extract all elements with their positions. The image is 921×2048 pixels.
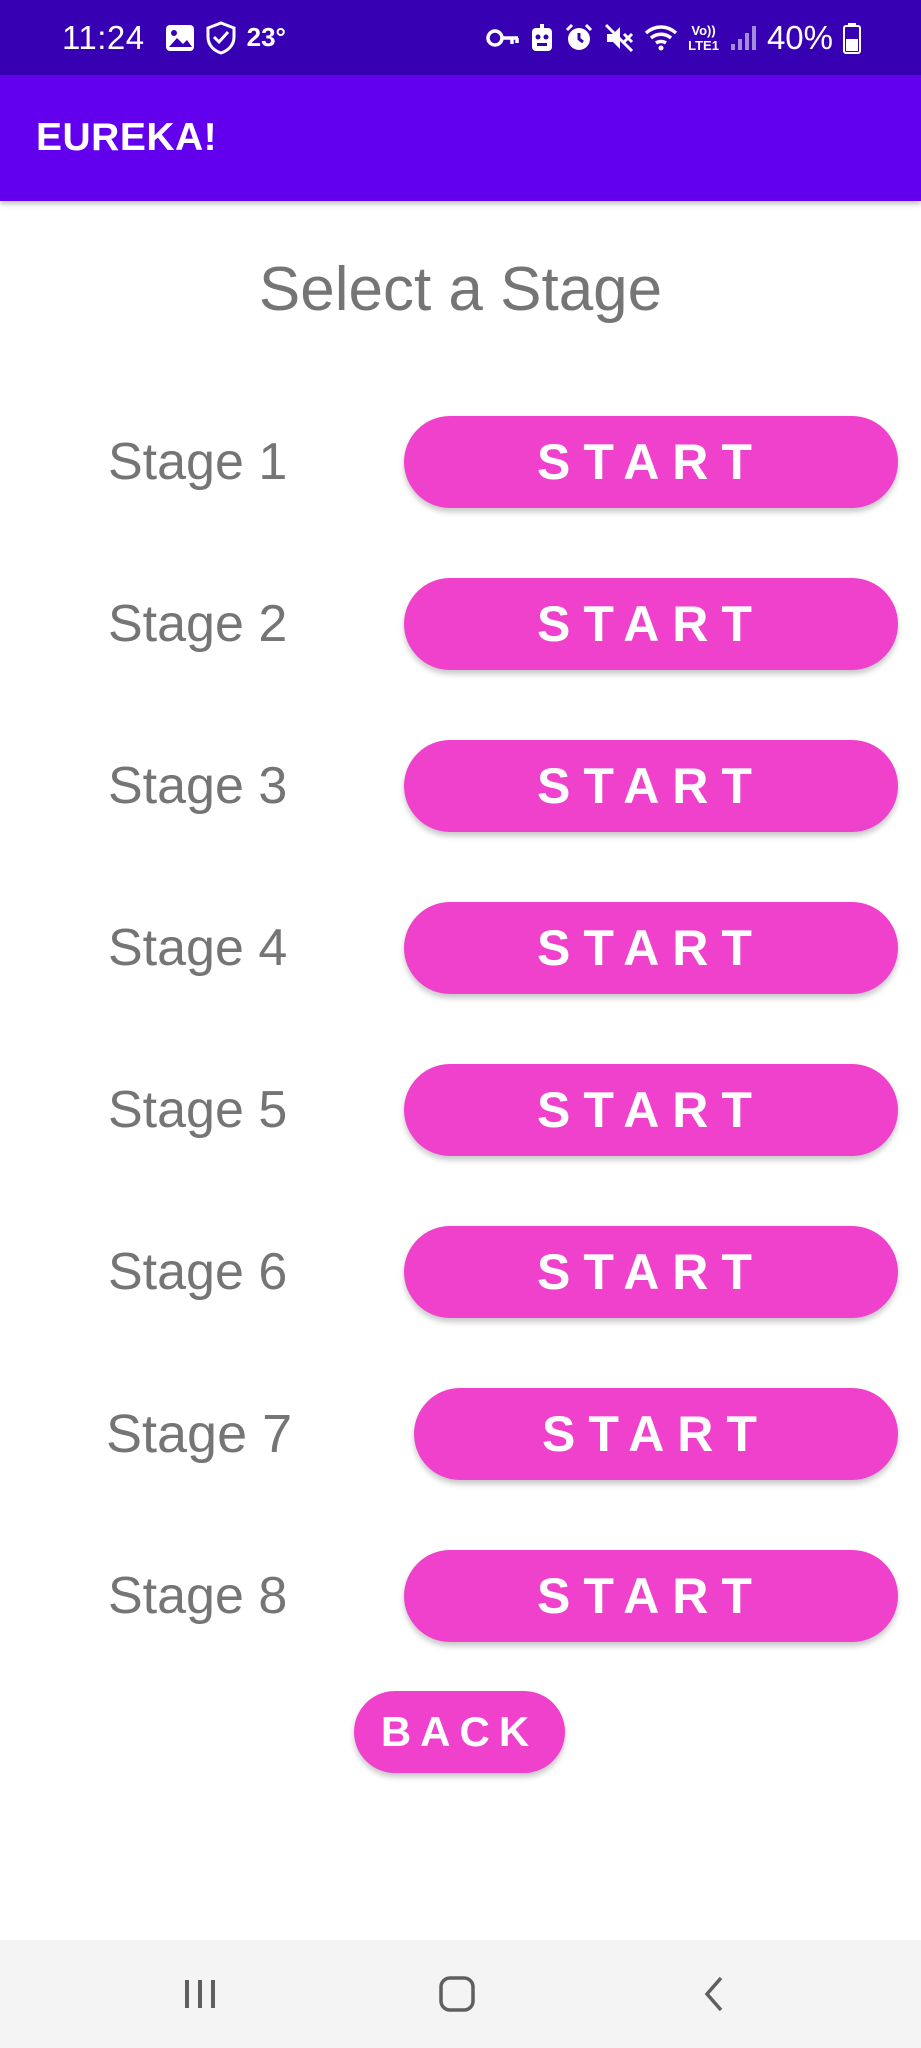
stage-label: Stage 4 bbox=[108, 919, 288, 977]
stage-label: Stage 2 bbox=[108, 595, 288, 653]
start-button-stage-2[interactable]: START bbox=[404, 578, 898, 670]
status-left: 11:24 23° bbox=[62, 0, 286, 75]
stage-row: Stage 2 START bbox=[0, 578, 921, 670]
start-button-stage-4[interactable]: START bbox=[404, 902, 898, 994]
stage-row: Stage 6 START bbox=[0, 1226, 921, 1318]
navigation-bar bbox=[0, 1940, 921, 2048]
battery-icon bbox=[843, 22, 861, 54]
key-icon bbox=[486, 27, 520, 49]
shield-check-icon bbox=[205, 20, 237, 55]
image-icon bbox=[165, 24, 195, 52]
mute-icon bbox=[604, 23, 634, 53]
stage-row: Stage 8 START bbox=[0, 1550, 921, 1642]
status-bar: 11:24 23° Vo)) LTE1 40% bbox=[0, 0, 921, 75]
app-bar: EUREKA! bbox=[0, 75, 921, 201]
back-button[interactable]: BACK bbox=[354, 1691, 565, 1773]
stage-row: Stage 4 START bbox=[0, 902, 921, 994]
stage-label: Stage 3 bbox=[108, 757, 288, 815]
status-right: Vo)) LTE1 40% bbox=[486, 0, 861, 75]
lte-label: LTE1 bbox=[688, 37, 719, 53]
start-button-stage-6[interactable]: START bbox=[404, 1226, 898, 1318]
page-title: Select a Stage bbox=[258, 255, 663, 324]
battery-percent: 40% bbox=[766, 18, 833, 56]
start-button-stage-3[interactable]: START bbox=[404, 740, 898, 832]
recent-apps-icon[interactable] bbox=[145, 1940, 255, 2048]
stage-label: Stage 1 bbox=[108, 433, 288, 491]
volte-label: Vo)) bbox=[691, 22, 716, 38]
status-time: 11:24 bbox=[62, 18, 145, 56]
home-icon[interactable] bbox=[402, 1940, 512, 2048]
status-temperature: 23° bbox=[246, 22, 286, 52]
start-button-stage-8[interactable]: START bbox=[404, 1550, 898, 1642]
stage-label: Stage 8 bbox=[108, 1567, 288, 1625]
stage-row: Stage 7 START bbox=[0, 1388, 921, 1480]
robot-icon bbox=[530, 23, 554, 53]
stage-label: Stage 7 bbox=[106, 1404, 293, 1464]
stage-row: Stage 3 START bbox=[0, 740, 921, 832]
wifi-icon bbox=[644, 24, 678, 52]
start-button-stage-1[interactable]: START bbox=[404, 416, 898, 508]
start-button-stage-5[interactable]: START bbox=[404, 1064, 898, 1156]
volte-lte-icon: Vo)) LTE1 bbox=[688, 24, 719, 52]
stage-label: Stage 6 bbox=[108, 1243, 288, 1301]
signal-icon bbox=[729, 24, 757, 52]
alarm-icon bbox=[564, 23, 594, 53]
start-button-stage-7[interactable]: START bbox=[414, 1388, 898, 1480]
stage-row: Stage 5 START bbox=[0, 1064, 921, 1156]
stage-label: Stage 5 bbox=[108, 1081, 288, 1139]
back-icon[interactable] bbox=[660, 1940, 770, 2048]
app-title: EUREKA! bbox=[36, 116, 218, 159]
stage-row: Stage 1 START bbox=[0, 416, 921, 508]
